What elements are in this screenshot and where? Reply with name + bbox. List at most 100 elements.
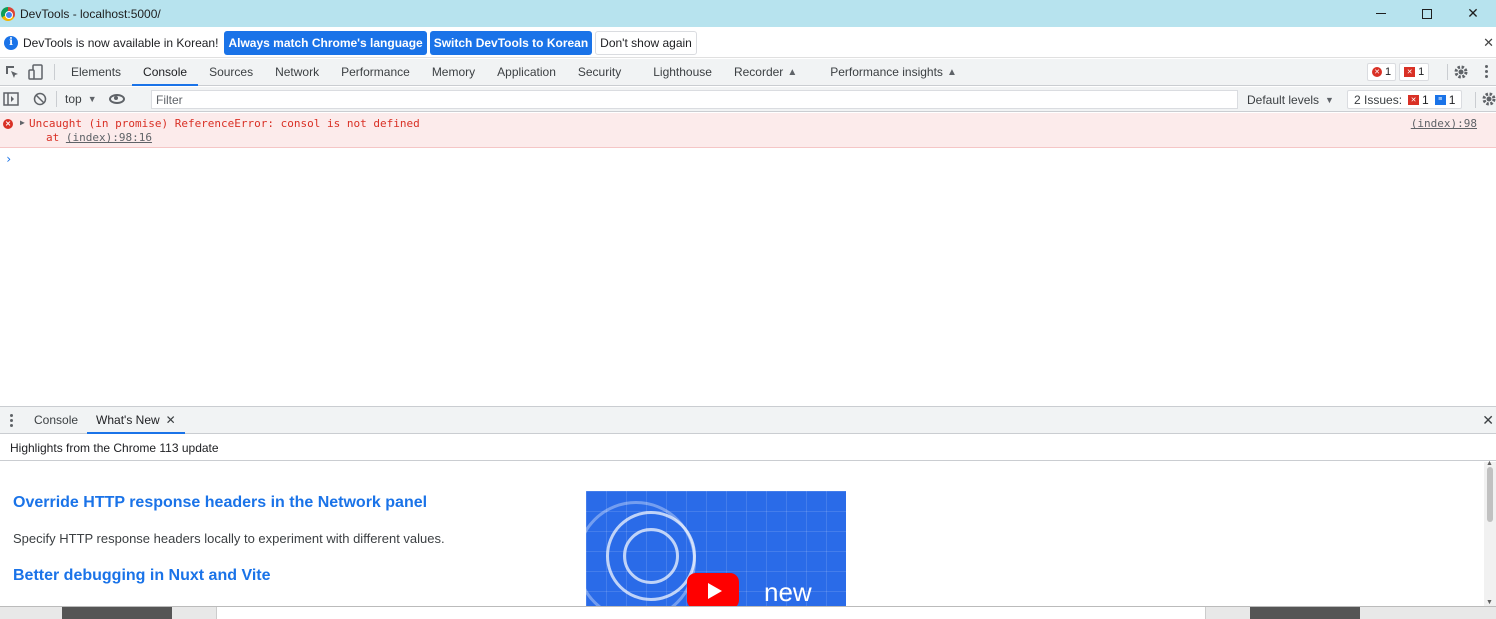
drawer-close-icon[interactable]: ✕ (1482, 412, 1494, 429)
issues-info-count: 1 (1448, 92, 1456, 107)
close-tab-icon[interactable]: ✕ (166, 413, 176, 427)
toolbar-separator (54, 64, 55, 80)
console-error-message: ✕ ▶ Uncaught (in promise) ReferenceError… (0, 113, 1496, 148)
decorative-ring (623, 528, 679, 584)
log-levels-value: Default levels (1247, 92, 1320, 107)
drawer-tab-whats-new[interactable]: What's New ✕ (87, 407, 185, 434)
status-badges: ✕ 1 ✕ 1 (1367, 63, 1432, 81)
stack-frame: at (index):98:16 (46, 131, 152, 144)
minimize-icon (1376, 13, 1386, 14)
context-selector[interactable]: top ▼ (65, 92, 97, 106)
chrome-logo-icon (1, 6, 15, 21)
error-text: Uncaught (in promise) ReferenceError: co… (29, 117, 420, 130)
minimize-button[interactable] (1358, 0, 1404, 27)
tab-recorder[interactable]: Recorder ▲ (723, 59, 808, 86)
toolbar-separator (56, 91, 57, 107)
inspect-element-icon[interactable] (4, 64, 20, 80)
drawer-tab-bar: Console What's New ✕ ✕ (0, 406, 1496, 434)
toolbar-separator (1447, 64, 1448, 80)
window-title: DevTools - localhost:5000/ (20, 6, 161, 21)
maximize-icon (1422, 8, 1432, 19)
live-expression-eye-icon[interactable] (108, 94, 125, 104)
infobar-message: DevTools is now available in Korean! (23, 35, 219, 50)
error-count-badge[interactable]: ✕ 1 (1367, 63, 1397, 81)
info-icon: i (4, 35, 18, 50)
experiment-flask-icon: ▲ (946, 66, 957, 78)
tab-elements[interactable]: Elements (60, 59, 132, 86)
console-settings-gear-icon[interactable] (1481, 91, 1496, 107)
switch-to-korean-button[interactable]: Switch DevTools to Korean (429, 30, 593, 55)
scroll-down-icon[interactable]: ▼ (1486, 599, 1493, 606)
tab-memory[interactable]: Memory (421, 59, 486, 86)
infobar-close-icon[interactable]: ✕ (1483, 35, 1494, 51)
article-description: Specify HTTP response headers locally to… (13, 531, 445, 546)
maximize-button[interactable] (1404, 0, 1450, 27)
device-toolbar-icon[interactable] (28, 64, 44, 80)
video-thumbnail[interactable]: new (586, 491, 846, 606)
youtube-play-icon[interactable] (687, 573, 739, 606)
issue-info-flag-icon: ≡ (1434, 94, 1446, 105)
context-selector-value: top (65, 92, 82, 106)
chevron-down-icon: ▼ (1325, 94, 1334, 105)
tab-performance[interactable]: Performance (330, 59, 421, 86)
tab-security[interactable]: Security (567, 59, 632, 86)
settings-gear-icon[interactable] (1453, 64, 1469, 80)
issue-flag-icon: ✕ (1404, 67, 1416, 77)
tab-network[interactable]: Network (264, 59, 330, 86)
issue-count: 1 (1418, 66, 1425, 78)
console-prompt[interactable]: › (5, 152, 12, 166)
window-controls: ✕ (1358, 0, 1496, 27)
console-messages: ✕ ▶ Uncaught (in promise) ReferenceError… (0, 113, 1496, 406)
more-options-icon[interactable] (1485, 65, 1488, 78)
scroll-up-icon[interactable]: ▲ (1486, 460, 1493, 467)
language-infobar: i DevTools is now available in Korean! A… (0, 28, 1496, 58)
issue-error-flag-icon: ✕ (1408, 94, 1420, 105)
expand-triangle-icon[interactable]: ▶ (20, 118, 25, 127)
tab-console[interactable]: Console (132, 59, 199, 86)
tab-performance-insights-label: Performance insights (830, 65, 943, 79)
article-title[interactable]: Better debugging in Nuxt and Vite (13, 567, 271, 585)
always-match-language-button[interactable]: Always match Chrome's language (224, 30, 427, 55)
filter-input[interactable]: Filter (151, 90, 1238, 109)
tab-lighthouse[interactable]: Lighthouse (642, 59, 723, 86)
tab-recorder-label: Recorder (733, 65, 784, 79)
video-label: new (764, 577, 812, 606)
error-count: 1 (1385, 66, 1392, 78)
stack-frame-link[interactable]: (index):98:16 (66, 131, 152, 144)
title-bar: DevTools - localhost:5000/ ✕ (0, 0, 1496, 27)
tab-sources[interactable]: Sources (198, 59, 264, 86)
tab-application[interactable]: Application (486, 59, 567, 86)
toolbar-separator (1475, 92, 1476, 108)
drawer-tab-console[interactable]: Console (25, 407, 87, 434)
issues-counter-button[interactable]: 2 Issues: ✕ 1 ≡ 1 (1347, 90, 1463, 109)
whats-new-content: Override HTTP response headers in the Ne… (0, 462, 1496, 606)
log-levels-dropdown[interactable]: Default levels ▼ (1247, 87, 1334, 112)
whats-new-header: Highlights from the Chrome 113 update (0, 435, 1496, 461)
window-close-button[interactable]: ✕ (1450, 0, 1496, 27)
chevron-down-icon: ▼ (87, 94, 97, 104)
issues-error-count: 1 (1422, 92, 1429, 107)
console-toolbar: top ▼ Filter Default levels ▼ 2 Issues: … (0, 87, 1496, 112)
tab-performance-insights[interactable]: Performance insights ▲ (819, 59, 968, 86)
background-element (1250, 607, 1360, 619)
issues-label: 2 Issues: (1354, 92, 1403, 107)
experiment-flask-icon: ▲ (787, 66, 798, 78)
error-source-link[interactable]: (index):98 (1411, 117, 1477, 130)
dont-show-again-button[interactable]: Don't show again (595, 30, 697, 55)
stack-frame-prefix: at (46, 131, 66, 144)
drawer-scrollbar[interactable]: ▲ ▼ (1484, 460, 1496, 606)
background-element (216, 607, 1206, 619)
issue-count-badge[interactable]: ✕ 1 (1399, 63, 1430, 81)
toggle-sidebar-icon[interactable] (3, 91, 19, 107)
drawer-tab-whats-new-label: What's New (96, 413, 160, 427)
close-icon: ✕ (1467, 5, 1479, 21)
error-icon: ✕ (1372, 67, 1382, 77)
filter-placeholder: Filter (156, 92, 183, 107)
background-element (62, 607, 172, 619)
article-title[interactable]: Override HTTP response headers in the Ne… (13, 494, 427, 512)
clear-console-icon[interactable] (32, 91, 48, 107)
underlying-window-strip (0, 606, 1496, 619)
drawer-menu-icon[interactable] (3, 413, 19, 427)
error-icon: ✕ (3, 119, 13, 129)
scrollbar-thumb[interactable] (1487, 467, 1493, 522)
